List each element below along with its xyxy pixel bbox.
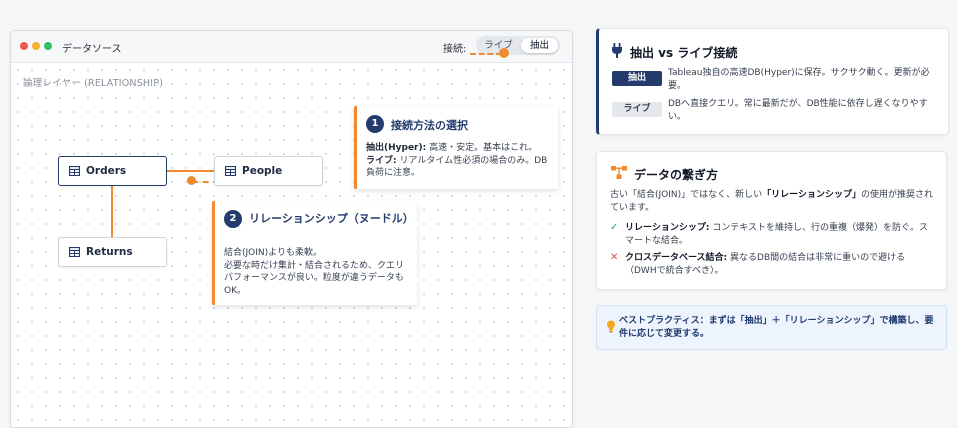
bullet-text: リレーションシップ: コンテキストを維持し、行の重複（爆発）を防ぐ。スマートな結… bbox=[625, 222, 935, 247]
connection-label: 接続: bbox=[443, 44, 467, 55]
table-name: Returns bbox=[86, 246, 133, 258]
toggle-pointer-dash bbox=[470, 53, 502, 55]
close-window-button[interactable] bbox=[20, 42, 28, 50]
data-connection-card: データの繋ぎ方 古い「結合(JOIN)」ではなく、新しい「リレーションシップ」の… bbox=[596, 151, 947, 290]
maximize-window-button[interactable] bbox=[44, 42, 52, 50]
lightbulb-icon bbox=[607, 320, 615, 333]
table-node-returns[interactable]: Returns bbox=[58, 237, 167, 267]
cross-icon: ✕ bbox=[610, 252, 619, 263]
table-node-people[interactable]: People bbox=[214, 156, 323, 186]
card-title: データの繋ぎ方 bbox=[634, 168, 719, 182]
callout-body: 抽出(Hyper): 高速・安定。基本はこれ。 ライブ: リアルタイム性必須の場… bbox=[366, 142, 552, 180]
logical-layer-canvas[interactable]: 論理レイヤー (RELATIONSHIP) Orders People Retu… bbox=[11, 63, 572, 427]
callout-connection-method: 1 接続方法の選択 抽出(Hyper): 高速・安定。基本はこれ。 ライブ: リ… bbox=[354, 106, 558, 189]
minimize-window-button[interactable] bbox=[32, 42, 40, 50]
table-icon bbox=[225, 166, 236, 176]
check-icon: ✓ bbox=[610, 222, 619, 233]
best-practice-tip: ベストプラクティス：まずは「抽出」＋「リレーションシップ」で構築し、要件に応じて… bbox=[596, 305, 947, 350]
callout-title: リレーションシップ（ヌードル） bbox=[249, 212, 414, 225]
step-number-badge: 1 bbox=[366, 115, 384, 133]
callout-pointer-dot bbox=[187, 176, 196, 185]
tip-text: ベストプラクティス：まずは「抽出」＋「リレーションシップ」で構築し、要件に応じて… bbox=[619, 316, 934, 339]
callout-term: 抽出(Hyper): bbox=[366, 143, 427, 153]
window-titlebar: データソース 接続: ライブ 抽出 bbox=[11, 31, 572, 63]
bullet-term: クロスデータベース結合: bbox=[625, 253, 728, 263]
plug-icon bbox=[612, 43, 622, 58]
table-name: Orders bbox=[86, 165, 127, 177]
card-title: 抽出 vs ライブ接続 bbox=[630, 46, 738, 60]
extract-vs-live-card: 抽出 vs ライブ接続 抽出 Tableau独自の高速DB(Hyper)に保存。… bbox=[596, 28, 949, 135]
diagram-icon bbox=[611, 166, 627, 179]
intro-emphasis: 「リレーションシップ」 bbox=[762, 190, 861, 200]
table-icon bbox=[69, 247, 80, 257]
relationship-noodle-orders-people[interactable] bbox=[166, 170, 214, 172]
callout-body: 結合(JOIN)よりも柔軟。 必要な時だけ集計・結合されるため、クエリパフォーマ… bbox=[224, 247, 412, 297]
extract-description: Tableau独自の高速DB(Hyper)に保存。サクサク動く。更新が必要。 bbox=[668, 68, 930, 91]
extract-badge: 抽出 bbox=[612, 71, 662, 86]
relationship-noodle-orders-returns[interactable] bbox=[111, 185, 113, 237]
toggle-extract-option[interactable]: 抽出 bbox=[521, 38, 558, 53]
table-name: People bbox=[242, 165, 283, 177]
callout-text: 高速・安定。基本はこれ。 bbox=[426, 143, 538, 153]
step-number-badge: 2 bbox=[224, 210, 242, 228]
callout-term: ライブ: bbox=[366, 155, 397, 166]
callout-text: 結合(JOIN)よりも柔軟。 bbox=[224, 248, 322, 258]
table-node-orders[interactable]: Orders bbox=[58, 156, 167, 186]
toggle-pointer-dot bbox=[499, 48, 509, 58]
callout-title: 接続方法の選択 bbox=[391, 119, 468, 132]
callout-relationship: 2 リレーションシップ（ヌードル） 結合(JOIN)よりも柔軟。 必要な時だけ集… bbox=[212, 201, 417, 305]
layer-label: 論理レイヤー (RELATIONSHIP) bbox=[23, 78, 164, 89]
data-source-window: データソース 接続: ライブ 抽出 論理レイヤー (RELATIONSHIP) … bbox=[10, 30, 573, 428]
callout-text: 必要な時だけ集計・結合されるため、クエリパフォーマンスが良い。粒度が違うデータも… bbox=[224, 260, 405, 296]
card-intro: 古い「結合(JOIN)」ではなく、新しい「リレーションシップ」の使用が推奨されて… bbox=[610, 189, 936, 214]
live-badge: ライブ bbox=[612, 102, 662, 117]
intro-text: 古い「結合(JOIN)」ではなく、新しい bbox=[610, 190, 763, 200]
bullet-text: クロスデータベース結合: 異なるDB間の結合は非常に重いので避ける（DWHで統合… bbox=[625, 252, 935, 277]
bullet-term: リレーションシップ: bbox=[625, 223, 710, 233]
window-title: データソース bbox=[62, 44, 122, 55]
live-description: DBへ直接クエリ。常に最新だが、DB性能に依存し遅くなりやすい。 bbox=[668, 99, 928, 122]
table-icon bbox=[69, 166, 80, 176]
